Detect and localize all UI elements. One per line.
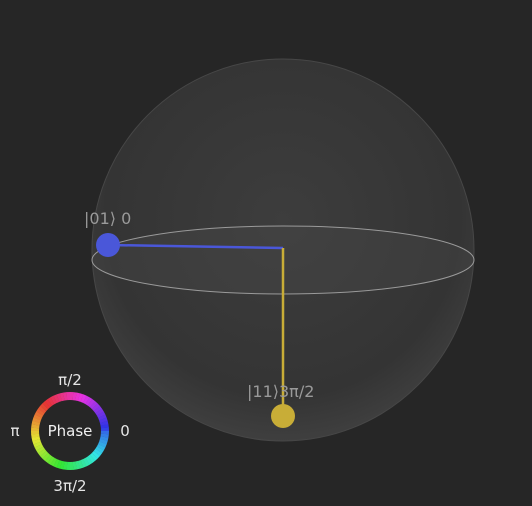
phase-tick-left: π: [10, 422, 20, 440]
state-node-11[interactable]: [271, 404, 295, 428]
phase-wheel-label: Phase: [47, 422, 93, 440]
state-phase-11: 3π/2: [279, 382, 315, 401]
phase-tick-bottom: 3π/2: [53, 477, 87, 495]
state-ket-11: |11⟩: [247, 382, 279, 401]
phase-tick-right: 0: [120, 422, 130, 440]
state-label-01: |01⟩ 0: [84, 209, 131, 228]
phase-tick-top: π/2: [58, 371, 82, 389]
qsphere-view[interactable]: |01⟩ 0 |11⟩3π/2 π/2 π 0 3π/2 Phase: [0, 0, 532, 502]
state-node-01[interactable]: [96, 233, 120, 257]
state-label-11: |11⟩3π/2: [247, 382, 314, 401]
state-phase-01: 0: [121, 209, 132, 228]
state-ket-01: |01⟩: [84, 209, 116, 228]
